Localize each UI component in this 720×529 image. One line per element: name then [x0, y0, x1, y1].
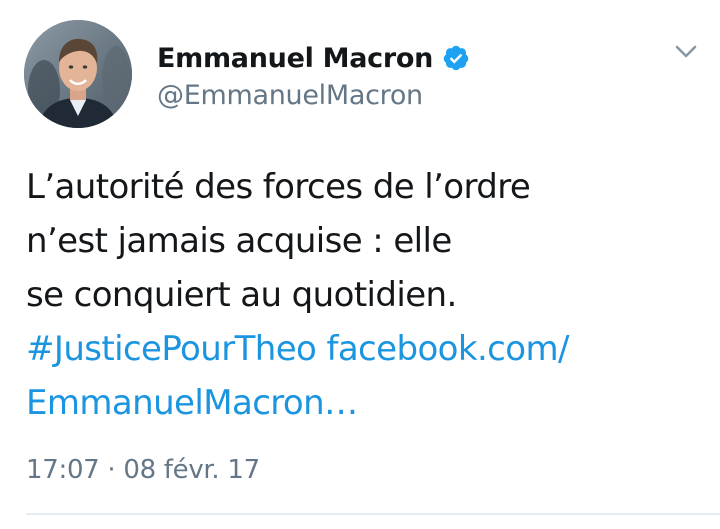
author-name[interactable]: Emmanuel Macron: [157, 43, 433, 74]
tweet[interactable]: Emmanuel Macron @EmmanuelMacron L’autori…: [0, 0, 720, 529]
chevron-down-icon[interactable]: [673, 38, 699, 64]
hashtag-link[interactable]: #JusticePourTheo: [26, 329, 317, 369]
avatar-photo: [24, 20, 132, 128]
verified-badge-icon: [442, 44, 470, 72]
tweet-text-line: n’est jamais acquise : elle: [26, 221, 452, 261]
avatar[interactable]: [24, 20, 132, 128]
tweet-links-line: #JusticePourTheo facebook.com/: [26, 322, 706, 376]
author-row: Emmanuel Macron: [157, 38, 470, 78]
tweet-text-line: se conquiert au quotidien.: [26, 275, 457, 315]
tweet-links-line: EmmanuelMacron…: [26, 376, 706, 430]
tweet-timestamp[interactable]: 17:07 · 08 févr. 17: [26, 455, 260, 485]
url-link[interactable]: facebook.com/: [326, 329, 569, 369]
tweet-text-line: L’autorité des forces de l’ordre: [26, 167, 531, 207]
tweet-text: L’autorité des forces de l’ordre n’est j…: [26, 160, 706, 430]
url-link-continued[interactable]: EmmanuelMacron…: [26, 383, 358, 423]
divider: [26, 513, 720, 515]
author-handle[interactable]: @EmmanuelMacron: [157, 80, 423, 111]
